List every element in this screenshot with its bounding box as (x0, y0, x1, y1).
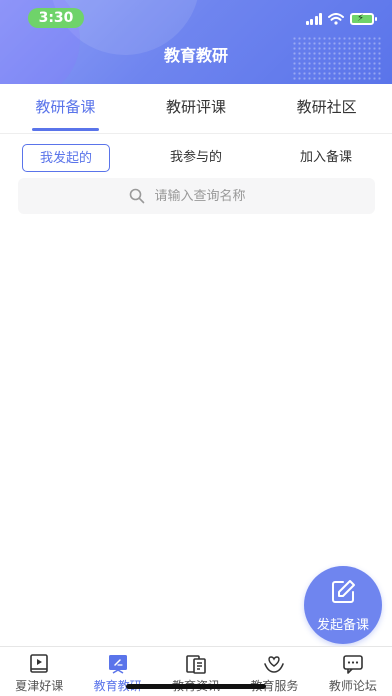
tab-jiaoyan-shequ[interactable]: 教研社区 (261, 84, 392, 133)
subtab-participated[interactable]: 我参与的 (152, 144, 240, 172)
video-book-icon (30, 654, 49, 673)
search-icon (129, 188, 144, 204)
wifi-icon (328, 13, 344, 25)
nav-item-xiajin-haoke[interactable]: 夏津好课 (0, 647, 78, 696)
heart-hands-icon (264, 656, 285, 673)
subtab-initiated[interactable]: 我发起的 (22, 144, 110, 172)
edit-icon (332, 580, 355, 603)
tab-jiaoyan-beike[interactable]: 教研备课 (0, 84, 131, 133)
search-bar[interactable] (18, 178, 375, 214)
nav-item-jiaoshi-luntan[interactable]: 教师论坛 (314, 647, 392, 696)
nav-label: 教师论坛 (328, 679, 377, 693)
sub-tabs: 我发起的 我参与的 加入备课 (0, 144, 392, 172)
search-input[interactable] (154, 188, 265, 204)
status-time: 3:30 (28, 8, 84, 28)
chat-icon (343, 655, 363, 674)
pen-board-icon (108, 655, 127, 674)
home-indicator[interactable] (126, 684, 266, 689)
status-icons: ⚡ (305, 11, 377, 27)
nav-label: 夏津好课 (15, 679, 64, 693)
page-title: 教育教研 (163, 46, 228, 65)
battery-icon: ⚡ (350, 13, 377, 25)
tab-jiaoyan-pingke[interactable]: 教研评课 (131, 84, 262, 133)
start-prep-label: 发起备课 (316, 618, 369, 633)
cellular-signal-icon (305, 13, 322, 25)
subtab-join[interactable]: 加入备课 (282, 144, 370, 172)
header: 3:30 ⚡ 教育教研 (0, 0, 392, 84)
start-prep-button[interactable]: 发起备课 (304, 566, 382, 644)
top-tabs: 教研备课 教研评课 教研社区 (0, 84, 392, 134)
news-icon (186, 655, 206, 674)
